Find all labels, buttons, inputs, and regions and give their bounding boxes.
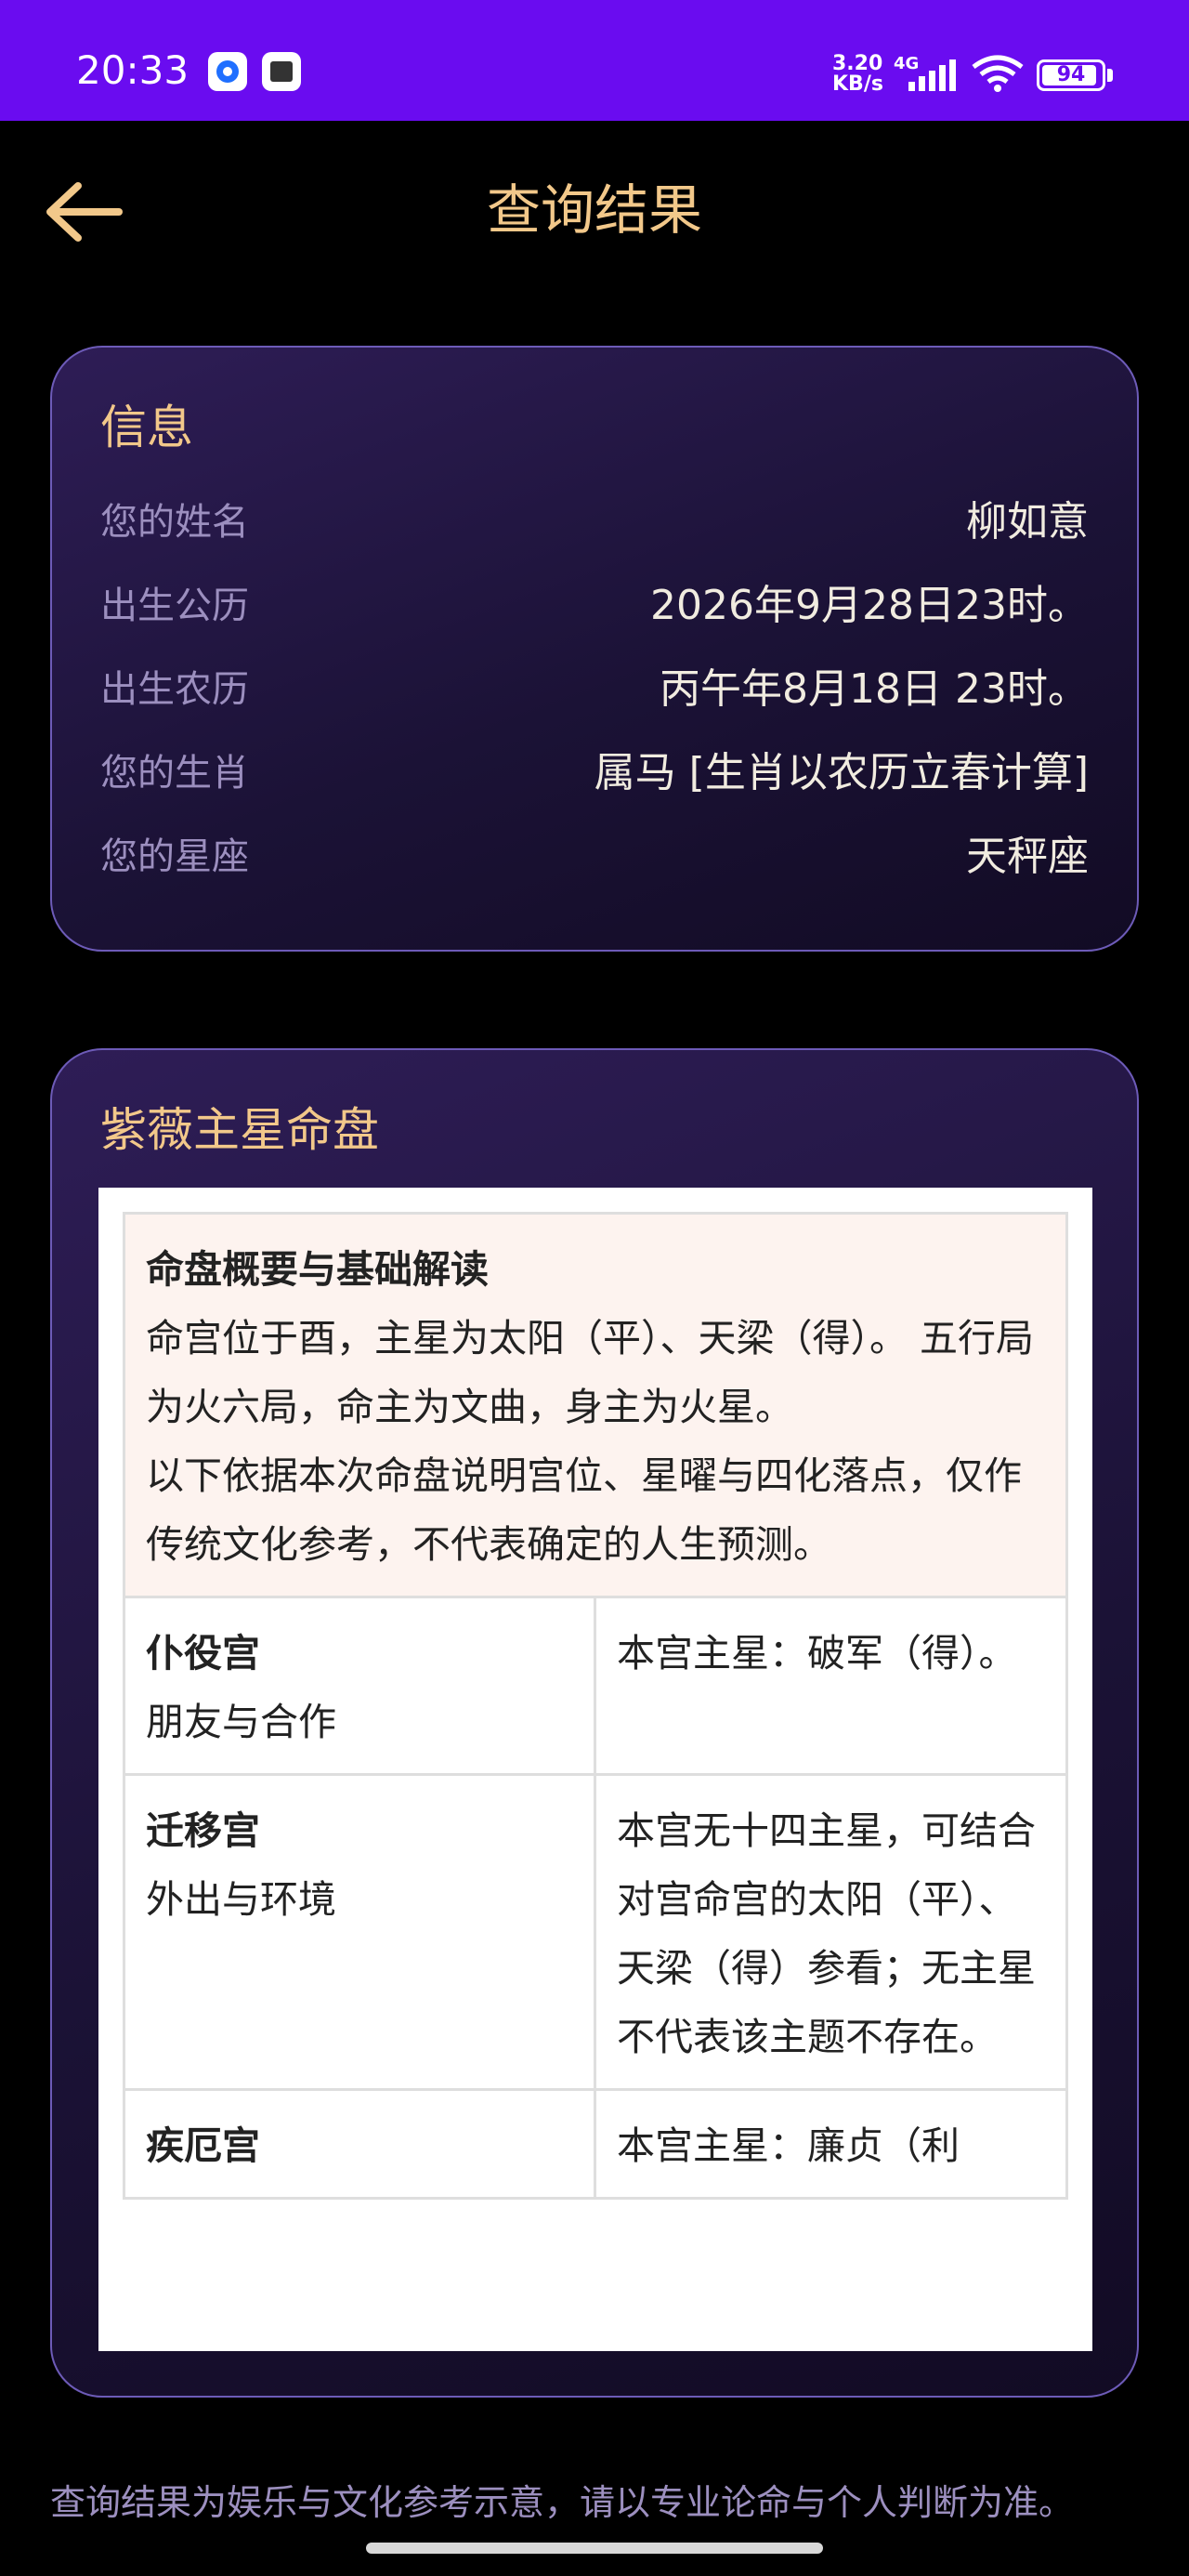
battery-level: 94 — [1056, 63, 1086, 86]
summary-cell: 命盘概要与基础解读 命宫位于酉，主星为太阳（平）、天梁（得）。 五行局为火六局，… — [123, 1212, 1068, 1598]
summary-title: 命盘概要与基础解读 — [146, 1247, 489, 1292]
status-bar: 20:33 3.20 KB/s 4G 94 — [0, 0, 1189, 121]
battery-icon: 94 — [1037, 59, 1105, 91]
palace-cell: 仆役宫 朋友与合作 — [123, 1596, 596, 1776]
network-speed: 3.20 KB/s — [832, 52, 883, 96]
palace-name: 迁移宫 — [146, 1808, 260, 1853]
palace-name: 疾厄宫 — [146, 2123, 260, 2168]
info-row-constellation: 您的星座 天秤座 — [100, 820, 1089, 894]
status-time: 20:33 — [76, 47, 189, 93]
info-label: 出生公历 — [100, 585, 249, 627]
summary-text: 命宫位于酉，主星为太阳（平）、天梁（得）。 五行局为火六局，命主为文曲，身主为火… — [146, 1316, 1035, 1429]
info-label: 您的姓名 — [100, 501, 249, 544]
info-label: 您的星座 — [100, 835, 249, 878]
palace-topic: 朋友与合作 — [146, 1700, 336, 1744]
table-row: 疾厄宫 本宫主星：廉贞（利 — [123, 2088, 1068, 2200]
info-row-lunar-birth: 出生农历 丙午年8月18日 23时。 — [100, 652, 1089, 727]
info-row-zodiac: 您的生肖 属马 [生肖以农历立春计算] — [100, 736, 1089, 810]
palace-name: 仆役宫 — [146, 1631, 260, 1676]
chart-document-view[interactable]: 命盘概要与基础解读 命宫位于酉，主星为太阳（平）、天梁（得）。 五行局为火六局，… — [98, 1188, 1092, 2351]
info-value: 天秤座 — [966, 833, 1089, 880]
info-value: 属马 [生肖以农历立春计算] — [594, 749, 1089, 796]
info-card: 信息 您的姓名 柳如意 出生公历 2026年9月28日23时。 出生农历 丙午年… — [50, 346, 1139, 952]
ziwei-chart-card: 紫薇主星命盘 命盘概要与基础解读 命宫位于酉，主星为太阳（平）、天梁（得）。 五… — [50, 1048, 1139, 2398]
palace-topic: 外出与环境 — [146, 1877, 336, 1922]
chart-card-title: 紫薇主星命盘 — [100, 1103, 379, 1157]
disclaimer-text: 查询结果为娱乐与文化参考示意，请以专业论命与个人判断为准。 — [50, 2482, 1075, 2523]
wifi-icon — [972, 55, 1024, 92]
table-row: 迁移宫 外出与环境 本宫无十四主星，可结合对宫命宫的太阳（平）、天梁（得）参看；… — [123, 1773, 1068, 2091]
palace-cell: 迁移宫 外出与环境 — [123, 1773, 596, 2091]
palace-desc: 本宫主星：廉贞（利 — [594, 2088, 1068, 2200]
home-indicator[interactable] — [366, 2543, 823, 2554]
info-value: 丙午年8月18日 23时。 — [660, 665, 1089, 713]
info-label: 出生农历 — [100, 668, 249, 711]
palace-desc: 本宫主星：破军（得）。 — [594, 1596, 1068, 1776]
summary-note: 以下依据本次命盘说明宫位、星曜与四化落点，仅作传统文化参考，不代表确定的人生预测… — [146, 1453, 1022, 1567]
palace-desc: 本宫无十四主星，可结合对宫命宫的太阳（平）、天梁（得）参看；无主星不代表该主题不… — [594, 1773, 1068, 2091]
info-value: 柳如意 — [966, 498, 1089, 545]
info-card-title: 信息 — [100, 401, 193, 454]
summary-row: 命盘概要与基础解读 命宫位于酉，主星为太阳（平）、天梁（得）。 五行局为火六局，… — [123, 1212, 1068, 1598]
info-value: 2026年9月28日23时。 — [650, 582, 1089, 629]
palace-cell: 疾厄宫 — [123, 2088, 596, 2200]
info-row-solar-birth: 出生公历 2026年9月28日23时。 — [100, 569, 1089, 643]
table-row: 仆役宫 朋友与合作 本宫主星：破军（得）。 — [123, 1596, 1068, 1776]
notification-meituan-icon — [262, 52, 301, 91]
info-label: 您的生肖 — [100, 752, 249, 795]
notification-app-icon — [208, 52, 247, 91]
page-title: 查询结果 — [486, 178, 702, 242]
info-row-name: 您的姓名 柳如意 — [100, 485, 1089, 559]
chart-table: 命盘概要与基础解读 命宫位于酉，主星为太阳（平）、天梁（得）。 五行局为火六局，… — [123, 1212, 1068, 2200]
signal-icon — [908, 59, 956, 91]
